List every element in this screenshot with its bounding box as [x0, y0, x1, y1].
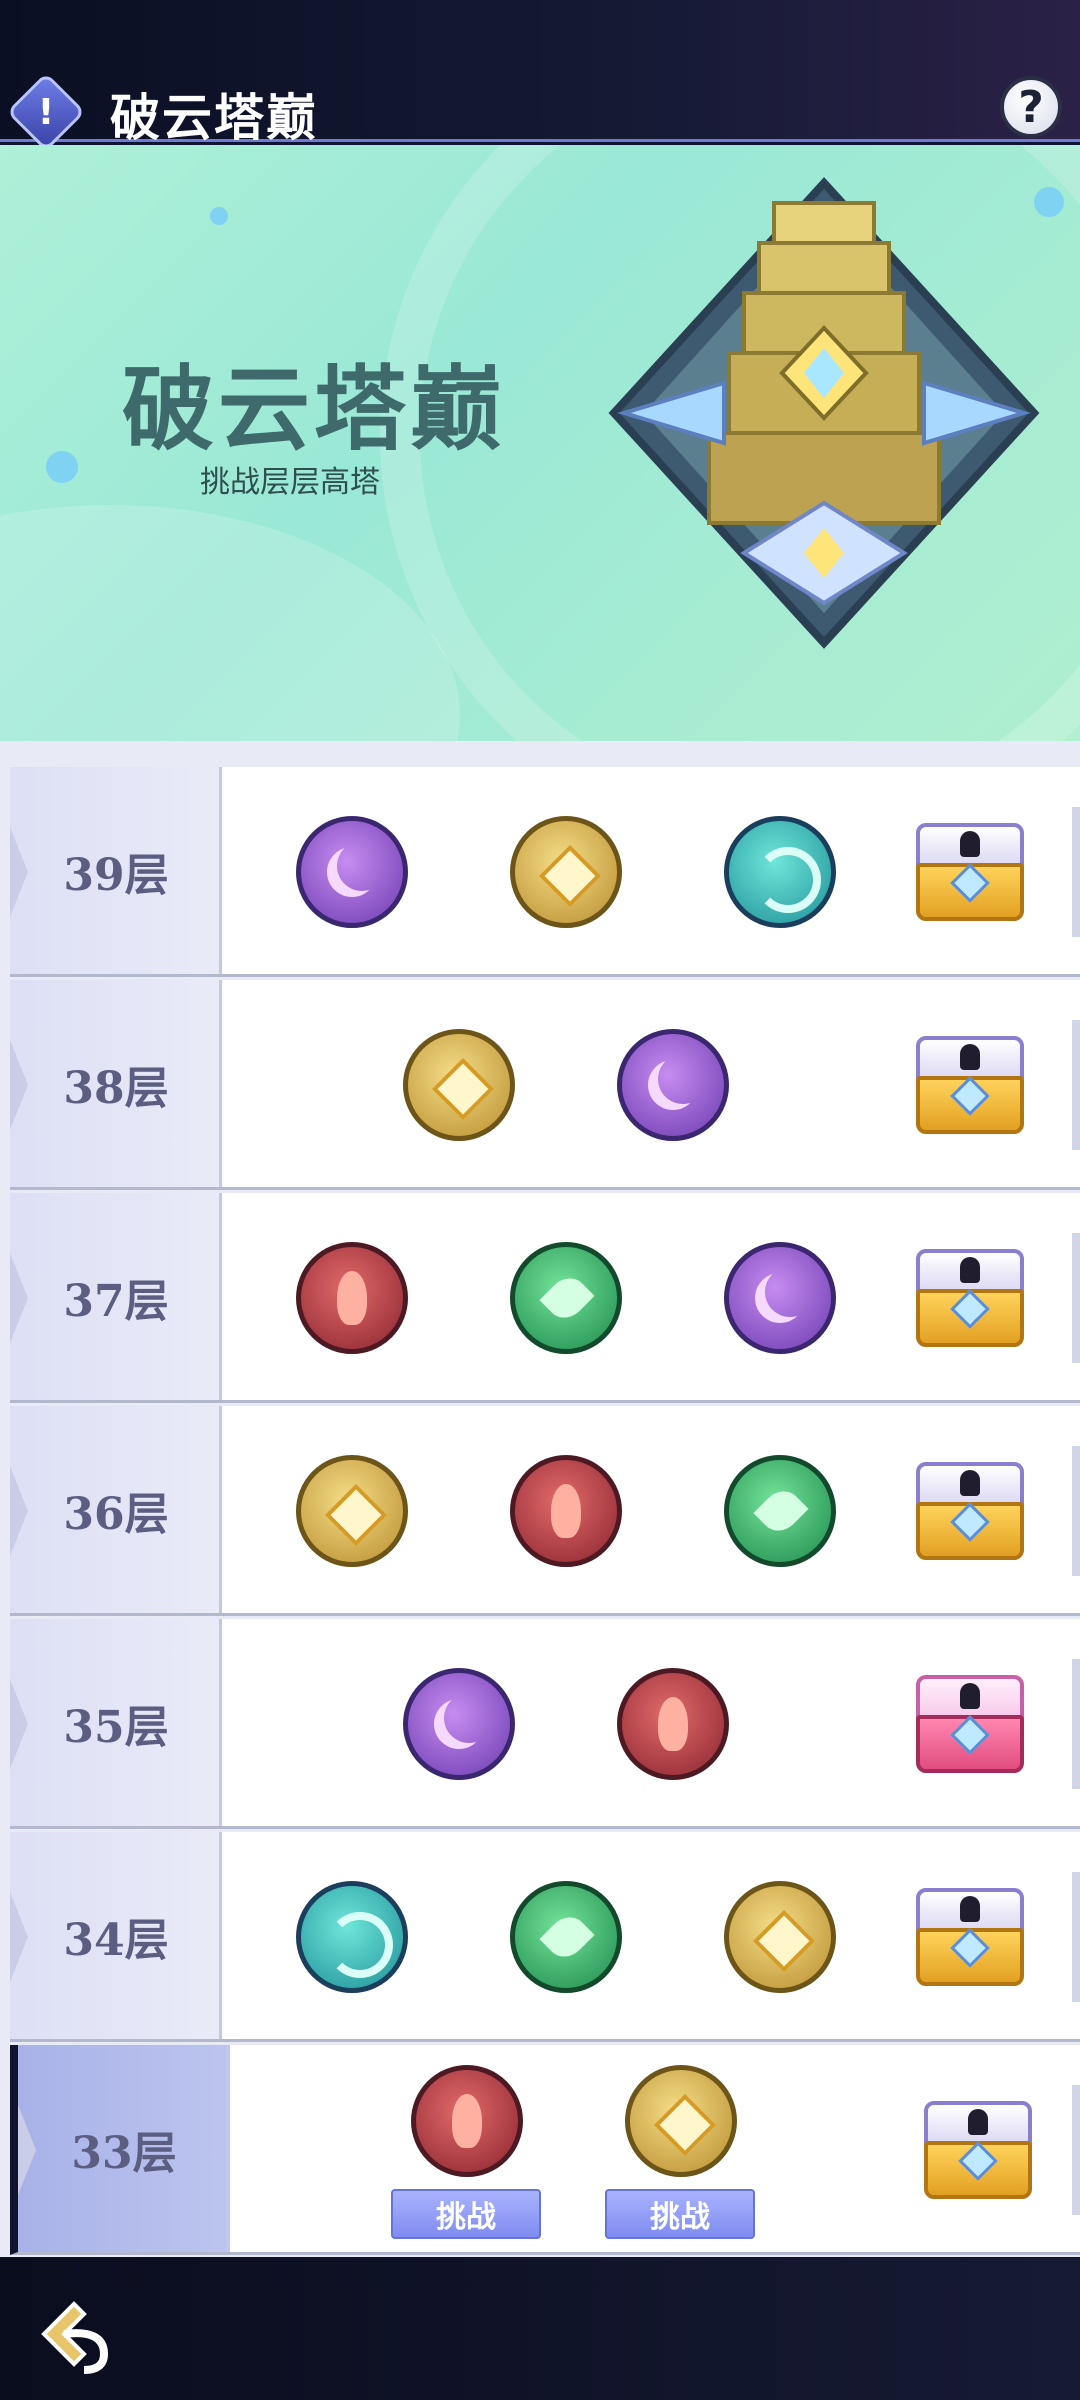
floor-row[interactable]: 38层 — [10, 980, 1080, 1190]
row-edge — [1072, 2085, 1080, 2215]
row-edge — [1072, 1446, 1080, 1576]
reward-chest-icon[interactable] — [916, 1675, 1024, 1773]
moon-element-icon[interactable] — [296, 816, 408, 928]
leaf-element-icon[interactable] — [510, 1242, 622, 1354]
reward-chest-icon[interactable] — [916, 1888, 1024, 1986]
top-bar: ! 破云塔巅 ? — [0, 0, 1080, 152]
fire-element-icon[interactable] — [510, 1455, 622, 1567]
floor-label: 36层 — [63, 1488, 169, 1540]
page-title: 破云塔巅 — [110, 89, 318, 147]
floor-label: 35层 — [63, 1701, 169, 1753]
light-element-icon[interactable] — [625, 2065, 737, 2177]
light-element-icon[interactable] — [296, 1455, 408, 1567]
leaf-element-icon[interactable] — [724, 1455, 836, 1567]
reward-chest-icon[interactable] — [916, 1462, 1024, 1560]
wind-element-icon[interactable] — [296, 1881, 408, 1993]
light-element-icon[interactable] — [403, 1029, 515, 1141]
fire-element-icon[interactable] — [296, 1242, 408, 1354]
floor-label: 39层 — [63, 849, 169, 901]
moon-element-icon[interactable] — [617, 1029, 729, 1141]
floor-list[interactable]: 39层 38层 37层 36层 35层 34层 33层挑战 挑战 — [0, 741, 1080, 2257]
floor-row[interactable]: 34层 — [10, 1832, 1080, 2042]
bottom-bar — [0, 2258, 1080, 2400]
reward-chest-icon[interactable] — [916, 1036, 1024, 1134]
row-edge — [1072, 807, 1080, 937]
floor-row[interactable]: 39层 — [10, 767, 1080, 977]
row-edge — [1072, 1659, 1080, 1789]
row-edge — [1072, 1233, 1080, 1363]
floor-label: 34层 — [63, 1914, 169, 1966]
banner-decoration — [0, 505, 460, 741]
moon-element-icon[interactable] — [403, 1668, 515, 1780]
tower-emblem-icon — [608, 177, 1040, 649]
back-arrow-icon[interactable] — [34, 2294, 118, 2378]
floor-label: 38层 — [63, 1062, 169, 1114]
floor-label: 37层 — [63, 1275, 169, 1327]
reward-chest-icon[interactable] — [916, 1249, 1024, 1347]
decor-dot — [46, 451, 78, 483]
challenge-button[interactable]: 挑战 — [391, 2189, 541, 2239]
tower-banner: 破云塔巅 挑战层层高塔 — [0, 145, 1080, 741]
reward-chest-icon[interactable] — [924, 2101, 1032, 2199]
leaf-element-icon[interactable] — [510, 1881, 622, 1993]
fire-element-icon[interactable] — [411, 2065, 523, 2177]
moon-element-icon[interactable] — [724, 1242, 836, 1354]
fire-element-icon[interactable] — [617, 1668, 729, 1780]
light-element-icon[interactable] — [724, 1881, 836, 1993]
banner-title: 破云塔巅 — [122, 356, 507, 463]
floor-row[interactable]: 37层 — [10, 1193, 1080, 1403]
row-edge — [1072, 1020, 1080, 1150]
floor-row[interactable]: 36层 — [10, 1406, 1080, 1616]
wind-element-icon[interactable] — [724, 816, 836, 928]
floor-label: 33层 — [71, 2127, 177, 2179]
floor-row[interactable]: 35层 — [10, 1619, 1080, 1829]
challenge-button[interactable]: 挑战 — [605, 2189, 755, 2239]
row-edge — [1072, 1872, 1080, 2002]
reward-chest-icon[interactable] — [916, 823, 1024, 921]
light-element-icon[interactable] — [510, 816, 622, 928]
exclamation-icon[interactable]: ! — [6, 72, 86, 152]
floor-row[interactable]: 33层挑战 挑战 — [10, 2045, 1080, 2255]
banner-subtitle: 挑战层层高塔 — [200, 465, 380, 500]
help-button[interactable]: ? — [1000, 76, 1062, 138]
decor-dot — [210, 207, 228, 225]
